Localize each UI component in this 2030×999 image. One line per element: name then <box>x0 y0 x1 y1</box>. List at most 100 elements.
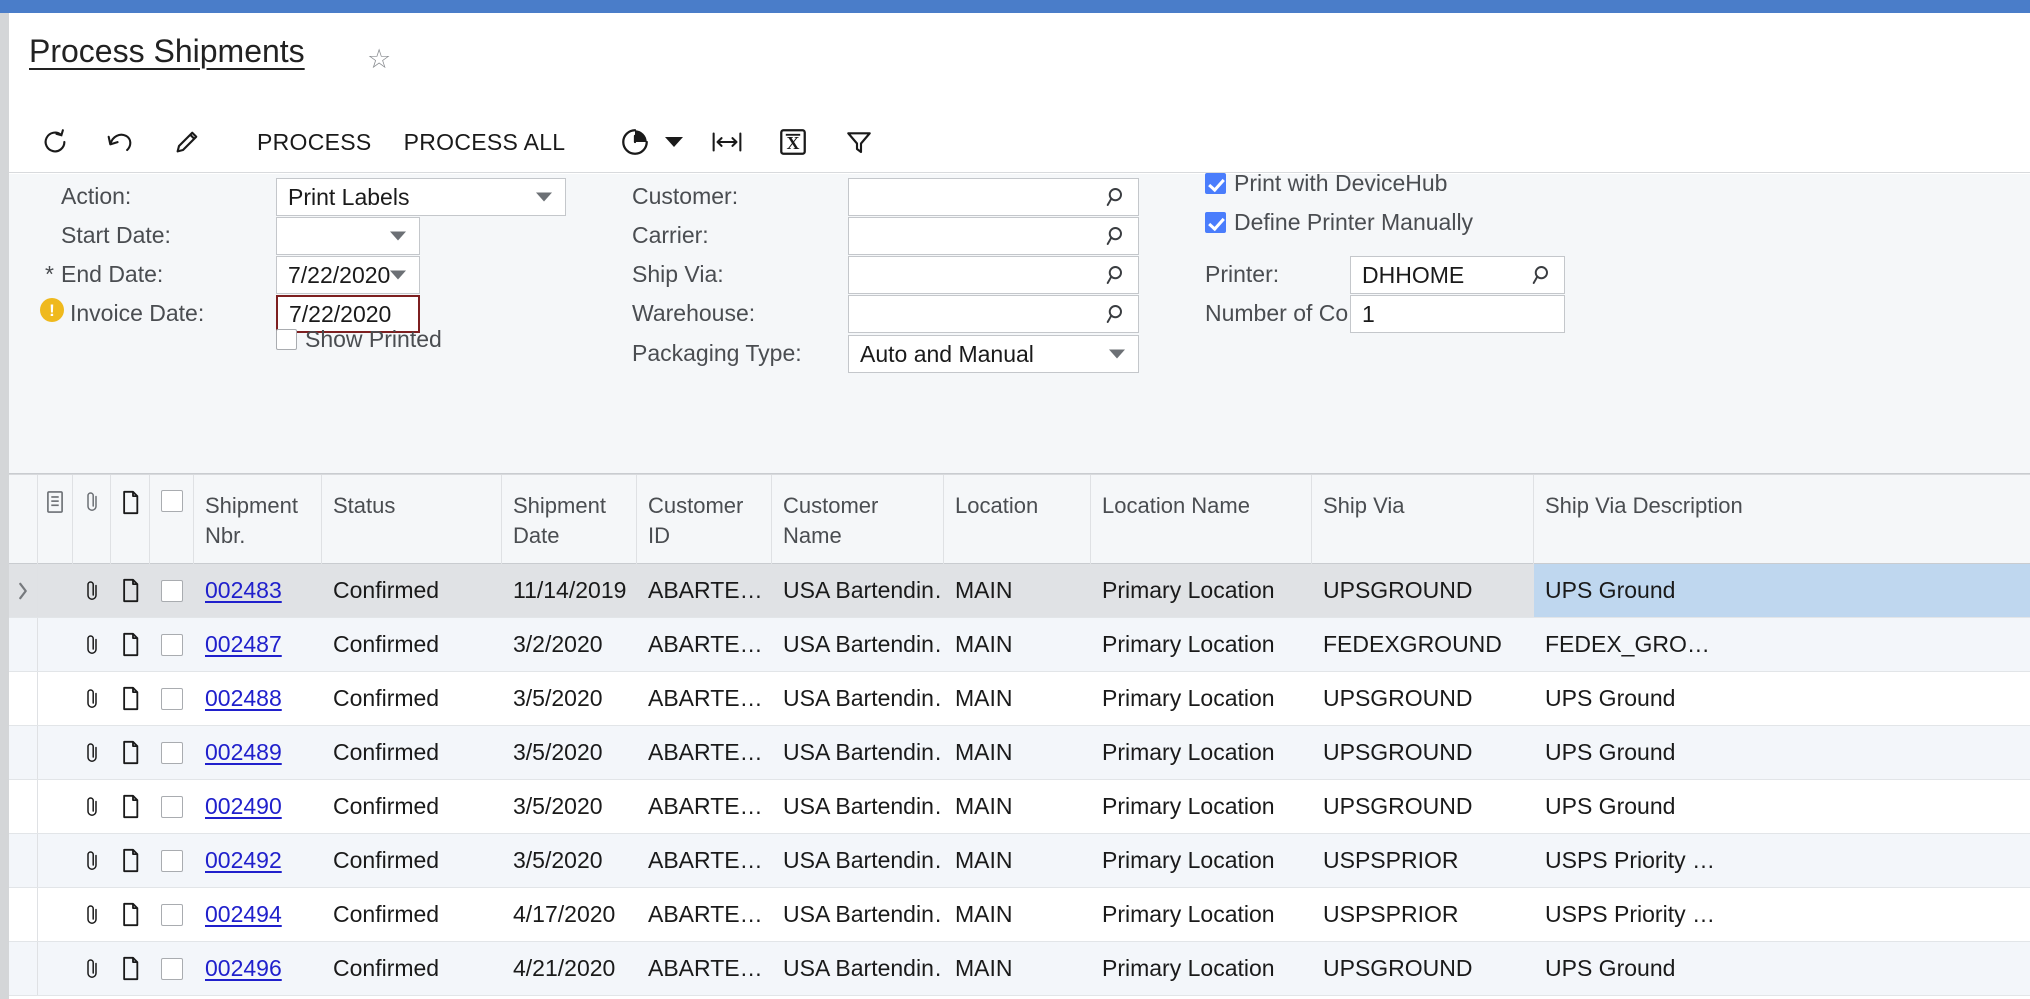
shipment-nbr-link[interactable]: 002487 <box>205 631 282 658</box>
favorite-star-icon[interactable]: ☆ <box>367 46 391 73</box>
search-icon[interactable] <box>1104 184 1130 210</box>
checkbox-icon[interactable] <box>1205 212 1226 233</box>
print-with-devicehub-checkbox-row[interactable]: Print with DeviceHub <box>1205 170 1447 197</box>
row-paperclip-icon[interactable] <box>73 888 111 941</box>
checkbox-icon[interactable] <box>1205 173 1226 194</box>
carrier-lookup-input[interactable] <box>848 217 1139 255</box>
row-document-icon[interactable] <box>111 942 150 995</box>
action-select[interactable]: Print Labels <box>276 178 566 216</box>
search-icon[interactable] <box>1104 301 1130 327</box>
table-row[interactable]: 002490 Confirmed 3/5/2020 ABARTE… USA Barten… <box>9 780 2030 834</box>
row-select-checkbox[interactable] <box>150 942 194 995</box>
export-excel-icon[interactable]: X <box>767 116 819 168</box>
grid-header-location[interactable]: Location <box>944 475 1091 564</box>
search-icon[interactable] <box>1104 223 1130 249</box>
packaging-type-select[interactable]: Auto and Manual <box>848 335 1139 373</box>
grid-header-location-name[interactable]: Location Name <box>1091 475 1312 564</box>
number-of-copies-input[interactable]: 1 <box>1350 295 1565 333</box>
row-notes-icon[interactable] <box>38 726 73 779</box>
cell-shipment-nbr[interactable]: 002483 <box>194 564 322 617</box>
row-selector-gutter[interactable] <box>9 672 38 725</box>
chevron-down-icon[interactable] <box>661 116 687 168</box>
row-document-icon[interactable] <box>111 888 150 941</box>
row-document-icon[interactable] <box>111 834 150 887</box>
row-selector-gutter[interactable] <box>9 780 38 833</box>
row-document-icon[interactable] <box>111 618 150 671</box>
shipment-nbr-link[interactable]: 002490 <box>205 793 282 820</box>
shipment-nbr-link[interactable]: 002494 <box>205 901 282 928</box>
grid-header-customer-id[interactable]: Customer ID <box>637 475 772 564</box>
row-selector-gutter[interactable] <box>9 834 38 887</box>
row-selector-gutter[interactable] <box>9 888 38 941</box>
paperclip-icon[interactable] <box>73 475 111 564</box>
shipment-nbr-link[interactable]: 002492 <box>205 847 282 874</box>
row-selector-gutter[interactable] <box>9 618 38 671</box>
row-selector-gutter[interactable] <box>9 726 38 779</box>
table-row[interactable]: 002496 Confirmed 4/21/2020 ABARTE… USA Barte… <box>9 942 2030 996</box>
row-notes-icon[interactable] <box>38 618 73 671</box>
show-printed-checkbox-row[interactable]: Show Printed <box>276 326 442 353</box>
row-select-checkbox[interactable] <box>150 780 194 833</box>
grid-header-shipment-nbr[interactable]: Shipment Nbr. <box>194 475 322 564</box>
grid-header-ship-via[interactable]: Ship Via <box>1312 475 1534 564</box>
row-selector-gutter[interactable] <box>9 942 38 995</box>
checkbox-icon[interactable] <box>276 329 297 350</box>
search-icon[interactable] <box>1530 262 1556 288</box>
cell-shipment-nbr[interactable]: 002492 <box>194 834 322 887</box>
row-paperclip-icon[interactable] <box>73 942 111 995</box>
search-icon[interactable] <box>1104 262 1130 288</box>
fit-to-width-icon[interactable] <box>701 116 753 168</box>
shipment-nbr-link[interactable]: 002489 <box>205 739 282 766</box>
row-notes-icon[interactable] <box>38 564 73 617</box>
refresh-icon[interactable] <box>29 116 81 168</box>
shipment-nbr-link[interactable]: 002488 <box>205 685 282 712</box>
shipment-nbr-link[interactable]: 002483 <box>205 577 282 604</box>
row-select-checkbox[interactable] <box>150 726 194 779</box>
select-all-checkbox[interactable] <box>150 475 194 564</box>
ship-via-lookup-input[interactable] <box>848 256 1139 294</box>
history-clock-icon[interactable] <box>609 116 661 168</box>
table-row[interactable]: 002488 Confirmed 3/5/2020 ABARTE… USA Barten… <box>9 672 2030 726</box>
row-document-icon[interactable] <box>111 564 150 617</box>
cell-shipment-nbr[interactable]: 002487 <box>194 618 322 671</box>
row-selector-gutter[interactable] <box>9 564 38 617</box>
table-row[interactable]: 002492 Confirmed 3/5/2020 ABARTE… USA Barten… <box>9 834 2030 888</box>
row-notes-icon[interactable] <box>38 942 73 995</box>
row-select-checkbox[interactable] <box>150 564 194 617</box>
row-notes-icon[interactable] <box>38 672 73 725</box>
table-row[interactable]: 002487 Confirmed 3/2/2020 ABARTE… USA Barten… <box>9 618 2030 672</box>
row-notes-icon[interactable] <box>38 888 73 941</box>
grid-header-shipment-date[interactable]: Shipment Date <box>502 475 637 564</box>
process-all-button[interactable]: PROCESS ALL <box>388 116 582 168</box>
cell-shipment-nbr[interactable]: 002494 <box>194 888 322 941</box>
process-button[interactable]: PROCESS <box>241 116 388 168</box>
edit-pencil-icon[interactable] <box>161 116 213 168</box>
start-date-input[interactable] <box>276 217 420 255</box>
table-row[interactable]: 002494 Confirmed 4/17/2020 ABARTE… USA Barte… <box>9 888 2030 942</box>
filter-funnel-icon[interactable] <box>833 116 885 168</box>
row-paperclip-icon[interactable] <box>73 672 111 725</box>
row-notes-icon[interactable] <box>38 834 73 887</box>
row-paperclip-icon[interactable] <box>73 834 111 887</box>
row-document-icon[interactable] <box>111 672 150 725</box>
notes-icon[interactable] <box>38 475 73 564</box>
customer-lookup-input[interactable] <box>848 178 1139 216</box>
end-date-input[interactable]: 7/22/2020 <box>276 256 420 294</box>
grid-header-customer-name[interactable]: Customer Name <box>772 475 944 564</box>
row-paperclip-icon[interactable] <box>73 780 111 833</box>
row-paperclip-icon[interactable] <box>73 726 111 779</box>
row-document-icon[interactable] <box>111 726 150 779</box>
cell-shipment-nbr[interactable]: 002496 <box>194 942 322 995</box>
grid-header-ship-via-description[interactable]: Ship Via Description <box>1534 475 2030 564</box>
define-printer-manually-checkbox-row[interactable]: Define Printer Manually <box>1205 209 1473 236</box>
row-paperclip-icon[interactable] <box>73 564 111 617</box>
table-row[interactable]: 002483 Confirmed 11/14/2019 ABARTE… USA Bart… <box>9 564 2030 618</box>
row-notes-icon[interactable] <box>38 780 73 833</box>
row-document-icon[interactable] <box>111 780 150 833</box>
document-icon[interactable] <box>111 475 150 564</box>
row-select-checkbox[interactable] <box>150 672 194 725</box>
shipment-nbr-link[interactable]: 002496 <box>205 955 282 982</box>
warehouse-lookup-input[interactable] <box>848 295 1139 333</box>
row-select-checkbox[interactable] <box>150 834 194 887</box>
cell-shipment-nbr[interactable]: 002488 <box>194 672 322 725</box>
